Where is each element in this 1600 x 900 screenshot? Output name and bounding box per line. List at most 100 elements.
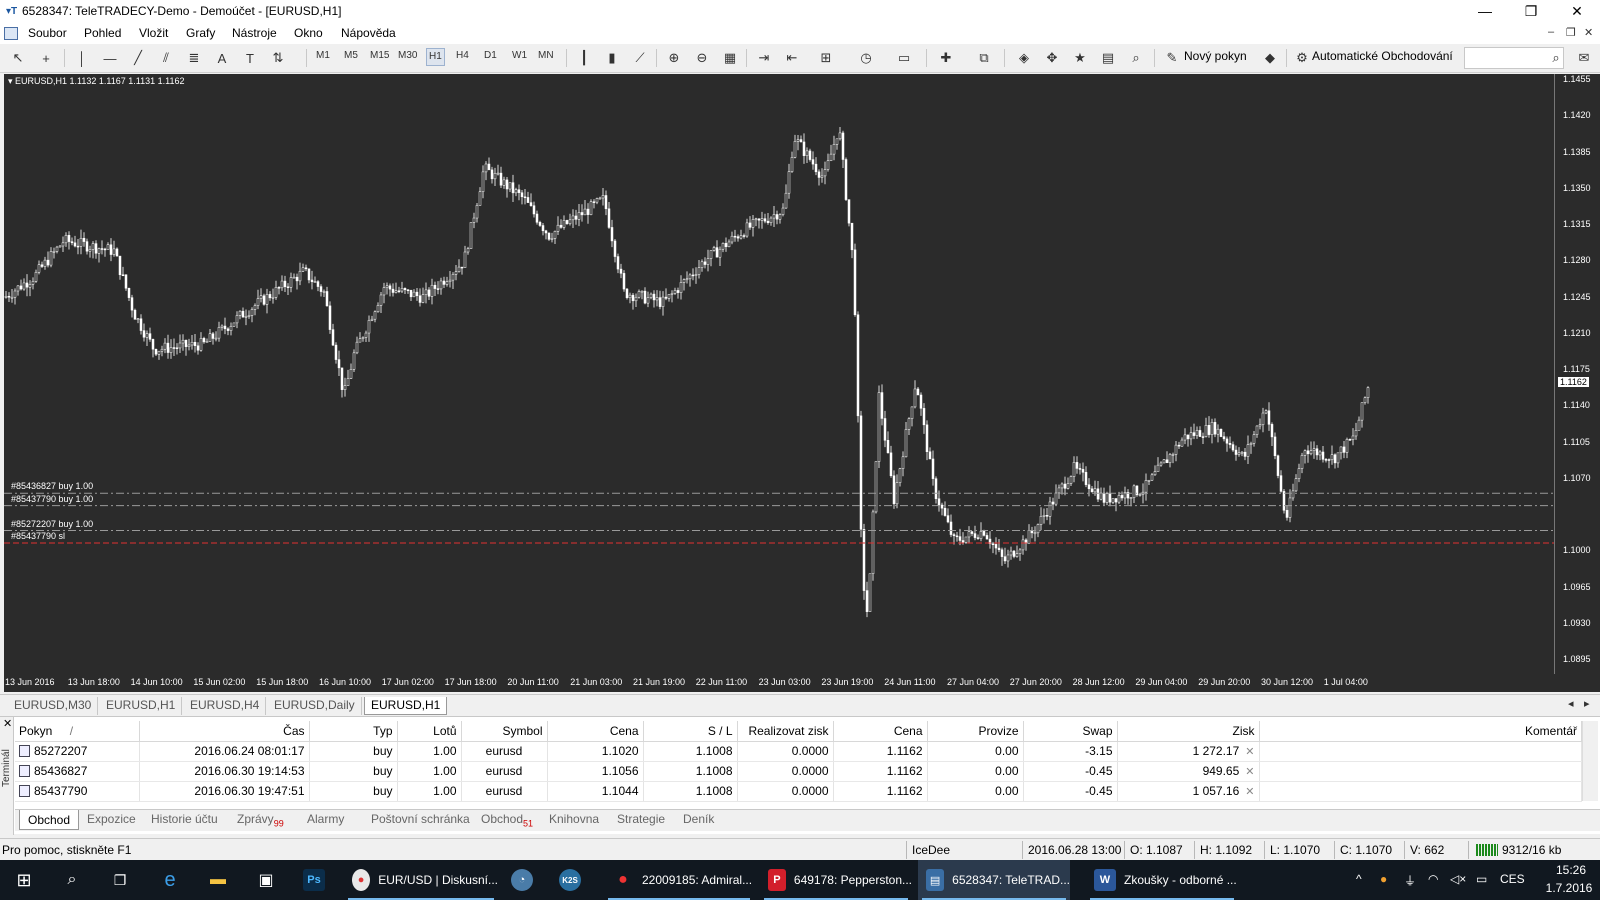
- chart-shift-icon[interactable]: ⇤: [780, 47, 804, 69]
- order-line-label[interactable]: #85436827 buy 1.00: [11, 481, 93, 491]
- terminal-tab-2[interactable]: Historie účtu: [151, 812, 218, 826]
- timeframe-w1[interactable]: W1: [512, 50, 527, 61]
- app-k2s-icon[interactable]: K2S: [550, 860, 590, 900]
- text-label-icon[interactable]: T: [238, 47, 262, 69]
- timeframe-m15[interactable]: M15: [370, 50, 389, 61]
- timeframe-m1[interactable]: M1: [316, 50, 330, 61]
- col-sl[interactable]: S / L: [643, 721, 738, 742]
- terminal-tab-8[interactable]: Strategie: [617, 812, 665, 826]
- volume-muted-icon[interactable]: ◁×: [1450, 872, 1466, 886]
- tray-usb-icon[interactable]: ⏚: [1404, 872, 1416, 889]
- zoom-in-icon[interactable]: ⊕: [662, 47, 686, 69]
- terminal-close-icon[interactable]: ✕: [3, 717, 12, 730]
- templates-icon[interactable]: ▭: [892, 47, 916, 69]
- timeframe-h1[interactable]: H1: [426, 48, 445, 66]
- chat-icon[interactable]: ✉: [1572, 47, 1596, 69]
- tab-eurusd-daily[interactable]: EURUSD,Daily: [268, 697, 362, 715]
- terminal-tab-4[interactable]: Alarmy: [307, 812, 344, 826]
- indicators-icon[interactable]: ⊞: [814, 47, 838, 69]
- start-windows-icon[interactable]: ⊞: [6, 860, 42, 900]
- timeframe-h4[interactable]: H4: [456, 50, 469, 61]
- new-order-button[interactable]: Nový pokyn: [1184, 49, 1247, 63]
- terminal-tab-6[interactable]: Obchod51: [481, 812, 533, 828]
- cursor-icon[interactable]: ↖: [6, 47, 30, 69]
- timeframe-d1[interactable]: D1: [484, 50, 497, 61]
- col-swap[interactable]: Swap: [1023, 721, 1118, 742]
- order-line-label[interactable]: #85437790 buy 1.00: [11, 494, 93, 504]
- tray-chevron-icon[interactable]: ^: [1356, 872, 1362, 886]
- crosshair-icon[interactable]: +: [34, 47, 58, 69]
- taskbar-item-teletrade[interactable]: ▤ 6528347: TeleTRAD...: [918, 860, 1070, 900]
- terminal-scrollbar[interactable]: [1582, 721, 1598, 801]
- search-taskbar-icon[interactable]: ⌕: [54, 860, 90, 900]
- timeframe-m5[interactable]: M5: [344, 50, 358, 61]
- text-icon[interactable]: A: [210, 47, 234, 69]
- taskbar-item-admiral[interactable]: ● 22009185: Admiral...: [604, 860, 754, 900]
- tray-time[interactable]: 15:26: [1548, 863, 1594, 877]
- close-order-icon[interactable]: ✕: [1245, 766, 1254, 778]
- mdi-close-button[interactable]: ✕: [1584, 26, 1593, 39]
- close-button[interactable]: ✕: [1554, 0, 1600, 24]
- mdi-restore-button[interactable]: ❐: [1566, 26, 1576, 39]
- menu-pohled[interactable]: Pohled: [84, 26, 121, 40]
- col-commission[interactable]: Provize: [927, 721, 1024, 742]
- tab-eurusd-h1[interactable]: EURUSD,H1: [100, 697, 183, 715]
- tile-windows-icon[interactable]: ▦: [718, 47, 742, 69]
- bar-chart-icon[interactable]: ┃: [572, 47, 596, 69]
- terminal-tab-0[interactable]: Obchod: [19, 810, 80, 830]
- app-orange-icon[interactable]: ◔: [502, 860, 542, 900]
- new-order-icon[interactable]: ✎: [1160, 47, 1184, 69]
- timeframe-mn[interactable]: MN: [538, 50, 554, 61]
- price-chart[interactable]: ▾ EURUSD,H1 1.1132 1.1167 1.1131 1.1162 …: [4, 74, 1554, 674]
- table-row[interactable]: 85272207 2016.06.24 08:01:17 buy 1.00 eurusd…: [15, 741, 1582, 762]
- mdi-minimize-button[interactable]: –: [1548, 26, 1554, 38]
- tray-app-icon[interactable]: ●: [1380, 872, 1387, 886]
- col-tp[interactable]: Realizovat zisk: [737, 721, 834, 742]
- language-indicator[interactable]: CES: [1500, 872, 1525, 886]
- order-line-label[interactable]: #85272207 buy 1.00: [11, 519, 93, 529]
- close-order-icon[interactable]: ✕: [1245, 746, 1254, 758]
- status-profile[interactable]: IceDee: [912, 843, 950, 857]
- table-row[interactable]: 85437790 2016.06.30 19:47:51 buy 1.00 eurusd…: [15, 781, 1582, 802]
- file-explorer-icon[interactable]: ▬: [198, 860, 238, 900]
- photoshop-icon[interactable]: Ps: [294, 860, 334, 900]
- tab-eurusd-h4[interactable]: EURUSD,H4: [184, 697, 267, 715]
- taskbar-item-word[interactable]: W Zkoušky - odborné ...: [1086, 860, 1238, 900]
- close-order-icon[interactable]: ✕: [1245, 786, 1254, 798]
- edge-icon[interactable]: e: [150, 860, 190, 900]
- strategy-tester-icon[interactable]: ⌕: [1124, 47, 1148, 69]
- col-comment[interactable]: Komentář: [1259, 721, 1582, 742]
- tray-date[interactable]: 1.7.2016: [1544, 881, 1594, 895]
- store-icon[interactable]: ▣: [246, 860, 286, 900]
- wifi-icon[interactable]: ◠: [1428, 872, 1438, 886]
- navigator-icon[interactable]: ✥: [1040, 47, 1064, 69]
- col-lots[interactable]: Lotů: [397, 721, 462, 742]
- task-view-icon[interactable]: ❐: [102, 860, 138, 900]
- taskbar-item-chrome[interactable]: ● EUR/USD | Diskusní...: [344, 860, 498, 900]
- horizontal-line-icon[interactable]: —: [98, 47, 122, 69]
- tab-scroll-right-icon[interactable]: ▸: [1584, 697, 1590, 710]
- terminal-tab-5[interactable]: Poštovní schránka: [371, 812, 470, 826]
- tab-scroll-left-icon[interactable]: ◂: [1568, 697, 1574, 710]
- arrows-icon[interactable]: ⇅: [266, 47, 290, 69]
- time-axis[interactable]: 13 Jun 2016 13 Jun 18:00 14 Jun 10:00 15 Ju…: [4, 674, 1600, 692]
- tab-eurusd-m30[interactable]: EURUSD,M30: [8, 697, 99, 715]
- table-row[interactable]: 85436827 2016.06.30 19:14:53 buy 1.00 eurusd…: [15, 761, 1582, 782]
- auto-trading-icon[interactable]: ⚙: [1290, 47, 1314, 69]
- price-axis[interactable]: 1.1455 1.1420 1.1385 1.1350 1.1315 1.1280 1.12…: [1554, 74, 1600, 674]
- menu-napoveda[interactable]: Nápověda: [341, 26, 396, 40]
- timeframe-m30[interactable]: M30: [398, 50, 417, 61]
- terminal-tab-7[interactable]: Knihovna: [549, 812, 599, 826]
- autoscroll-icon[interactable]: ⇥: [752, 47, 776, 69]
- col-order[interactable]: Pokyn /: [15, 721, 140, 742]
- candlestick-icon[interactable]: ▮: [600, 47, 624, 69]
- profiles-icon[interactable]: ⧉: [972, 47, 996, 69]
- vertical-line-icon[interactable]: │: [70, 47, 94, 69]
- fibonacci-icon[interactable]: ≣: [182, 47, 206, 69]
- menu-nastroje[interactable]: Nástroje: [232, 26, 277, 40]
- menu-vlozit[interactable]: Vložit: [139, 26, 168, 40]
- col-type[interactable]: Typ: [309, 721, 398, 742]
- tab-eurusd-h1-active[interactable]: EURUSD,H1: [364, 697, 448, 715]
- maximize-button[interactable]: ❐: [1508, 0, 1554, 24]
- trendline-icon[interactable]: ╱: [126, 47, 150, 69]
